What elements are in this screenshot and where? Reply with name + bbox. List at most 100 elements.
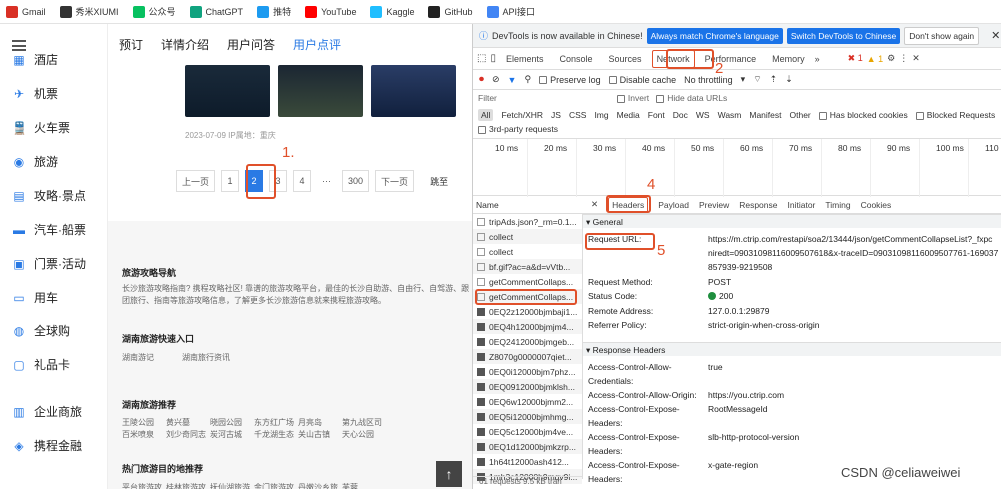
request-row[interactable]: 0EQ5i12000bjmhmg...	[473, 409, 582, 424]
type-ws[interactable]: WS	[696, 110, 710, 120]
tab-preview[interactable]: Preview	[699, 200, 729, 210]
rec_row2-link[interactable]: 炭河古城	[210, 429, 254, 440]
type-font[interactable]: Font	[648, 110, 665, 120]
tab-payload[interactable]: Payload	[658, 200, 689, 210]
throttling-select[interactable]: No throttling	[684, 75, 733, 85]
request-row[interactable]: getCommentCollaps...	[473, 274, 582, 289]
dont-show-button[interactable]: Don't show again	[904, 26, 980, 45]
page-button[interactable]: ···	[317, 170, 337, 192]
rec_row2-link[interactable]: 关山古镇	[298, 429, 342, 440]
preserve-log-checkbox[interactable]: Preserve log	[539, 75, 601, 85]
tab-console[interactable]: Console	[554, 54, 599, 64]
request-row[interactable]: 0EQ6w12000bjmm2...	[473, 394, 582, 409]
type-wasm[interactable]: Wasm	[718, 110, 742, 120]
close-icon[interactable]: ✕	[991, 29, 1000, 42]
sidebar-item[interactable]: ▤ 攻略·景点	[12, 187, 86, 204]
bookmark-gmail[interactable]: Gmail	[6, 5, 46, 18]
rec_row1-link[interactable]: 月亮岛	[298, 417, 342, 428]
request-row[interactable]: collect	[473, 244, 582, 259]
hot_row1-link[interactable]: 平台旅游攻	[122, 482, 166, 489]
error-badge[interactable]: ✖ 1	[848, 53, 863, 64]
quick-link[interactable]: 湖南游记	[122, 352, 182, 363]
request-row[interactable]: 0EQ0i12000bjm7phz...	[473, 364, 582, 379]
gear-icon[interactable]: ⚙	[887, 53, 895, 64]
page-button[interactable]: 300	[342, 170, 370, 192]
bookmark-youtube[interactable]: YouTube	[305, 5, 356, 18]
record-icon[interactable]: ⏺	[479, 74, 484, 85]
rec_row1-link[interactable]: 东方红广场	[254, 417, 298, 428]
clear-icon[interactable]: ⊘	[492, 74, 500, 85]
third-party-checkbox[interactable]: 3rd-party requests	[478, 124, 558, 134]
filter-input[interactable]: Filter	[478, 93, 497, 103]
type-other[interactable]: Other	[790, 110, 811, 120]
type-manifest[interactable]: Manifest	[749, 110, 781, 120]
sidebar-item[interactable]: ▥ 企业商旅	[12, 403, 82, 420]
upload-icon[interactable]: ⇡	[770, 74, 778, 85]
rec_row1-link[interactable]: 黄兴墓	[166, 417, 210, 428]
review-photo[interactable]	[185, 65, 270, 117]
rec_row1-link[interactable]: 王陵公园	[122, 417, 166, 428]
prev-page-button[interactable]: 上一页	[176, 170, 216, 192]
quick-link[interactable]: 湖南旅行资讯	[182, 352, 242, 363]
tab-3[interactable]: 用户点评	[293, 36, 341, 53]
more-tabs-icon[interactable]: »	[815, 54, 820, 64]
sidebar-item[interactable]: ◉ 旅游	[12, 153, 58, 170]
wifi-icon[interactable]: ⌔	[753, 74, 761, 85]
request-row[interactable]: tripAds.json?_rm=0.1...	[473, 214, 582, 229]
page-button[interactable]: 1	[221, 170, 240, 192]
switch-chinese-button[interactable]: Switch DevTools to Chinese	[786, 27, 901, 44]
sidebar-item[interactable]: ▦ 酒店	[12, 51, 58, 68]
hot_row1-link[interactable]: 抚仙湖旅游	[210, 482, 254, 489]
rec_row1-link[interactable]: 晓园公园	[210, 417, 254, 428]
tab-2[interactable]: 用户问答	[227, 36, 275, 53]
search-icon[interactable]: ⚲	[524, 74, 531, 85]
bookmark-github[interactable]: GitHub	[428, 5, 473, 18]
bookmark-chatgpt[interactable]: ChatGPT	[189, 5, 243, 18]
type-img[interactable]: Img	[594, 110, 608, 120]
bookmark-twitter[interactable]: 推特	[257, 5, 291, 18]
tab-response[interactable]: Response	[739, 200, 777, 210]
blocked-cookies-checkbox[interactable]: Has blocked cookies	[818, 110, 908, 120]
close-icon[interactable]: ✕	[912, 53, 920, 64]
request-row[interactable]: 0EQ5c12000bjm4ve...	[473, 424, 582, 439]
type-media[interactable]: Media	[617, 110, 640, 120]
tab-cookies[interactable]: Cookies	[861, 200, 892, 210]
sidebar-item[interactable]: ▬ 汽车·船票	[12, 221, 86, 238]
hot_row1-link[interactable]: 桂林旅游攻	[166, 482, 210, 489]
response-headers-section[interactable]: ▾ Response Headers	[583, 342, 1001, 356]
close-icon[interactable]: ✕	[591, 199, 598, 210]
review-photo[interactable]	[371, 65, 456, 117]
request-row[interactable]: 0EQ1d12000bjmkzrp...	[473, 439, 582, 454]
tab-elements[interactable]: Elements	[500, 54, 550, 64]
tab-timing[interactable]: Timing	[825, 200, 850, 210]
request-row[interactable]: collect	[473, 229, 582, 244]
page-button[interactable]: 4	[293, 170, 312, 192]
rec_row2-link[interactable]: 千龙湖生态	[254, 429, 298, 440]
rec_row2-link[interactable]: 百米喷泉	[122, 429, 166, 440]
sidebar-item[interactable]: 🚆 火车票	[12, 119, 70, 136]
tab-memory[interactable]: Memory	[766, 54, 811, 64]
type-fetch-xhr[interactable]: Fetch/XHR	[501, 110, 543, 120]
filter-icon[interactable]: ▼	[508, 75, 517, 85]
rec_row2-link[interactable]: 天心公园	[342, 429, 386, 440]
disable-cache-checkbox[interactable]: Disable cache	[608, 75, 676, 85]
hot_row1-link[interactable]: 金门旅游攻	[254, 482, 298, 489]
request-row[interactable]: 0EQ2412000bjmgeb...	[473, 334, 582, 349]
request-row[interactable]: bf.gif?ac=a&d=vVtb...	[473, 259, 582, 274]
type-css[interactable]: CSS	[569, 110, 586, 120]
timeline[interactable]: 10 ms 20 ms 30 ms 40 ms 50 ms 60 ms 70 ms 80 ms…	[473, 138, 1001, 197]
type-all[interactable]: All	[478, 109, 494, 121]
sidebar-item[interactable]: ▣ 门票·活动	[12, 255, 86, 272]
tab-initiator[interactable]: Initiator	[788, 200, 816, 210]
tab-1[interactable]: 详情介绍	[161, 36, 209, 53]
hot_row1-link[interactable]: 芙蓉	[342, 482, 386, 489]
match-language-button[interactable]: Always match Chrome's language	[646, 27, 783, 44]
review-photo[interactable]	[278, 65, 363, 117]
sidebar-item[interactable]: ◈ 携程金融	[12, 437, 82, 454]
bookmark-xiumi[interactable]: 秀米XIUMI	[59, 5, 119, 18]
sidebar-item[interactable]: ▢ 礼品卡	[12, 356, 70, 373]
bookmark-wechat[interactable]: 公众号	[132, 5, 176, 18]
inspect-icon[interactable]: ⬚	[477, 53, 486, 64]
next-page-button[interactable]: 下一页	[375, 170, 415, 192]
name-column-header[interactable]: Name	[473, 196, 583, 214]
